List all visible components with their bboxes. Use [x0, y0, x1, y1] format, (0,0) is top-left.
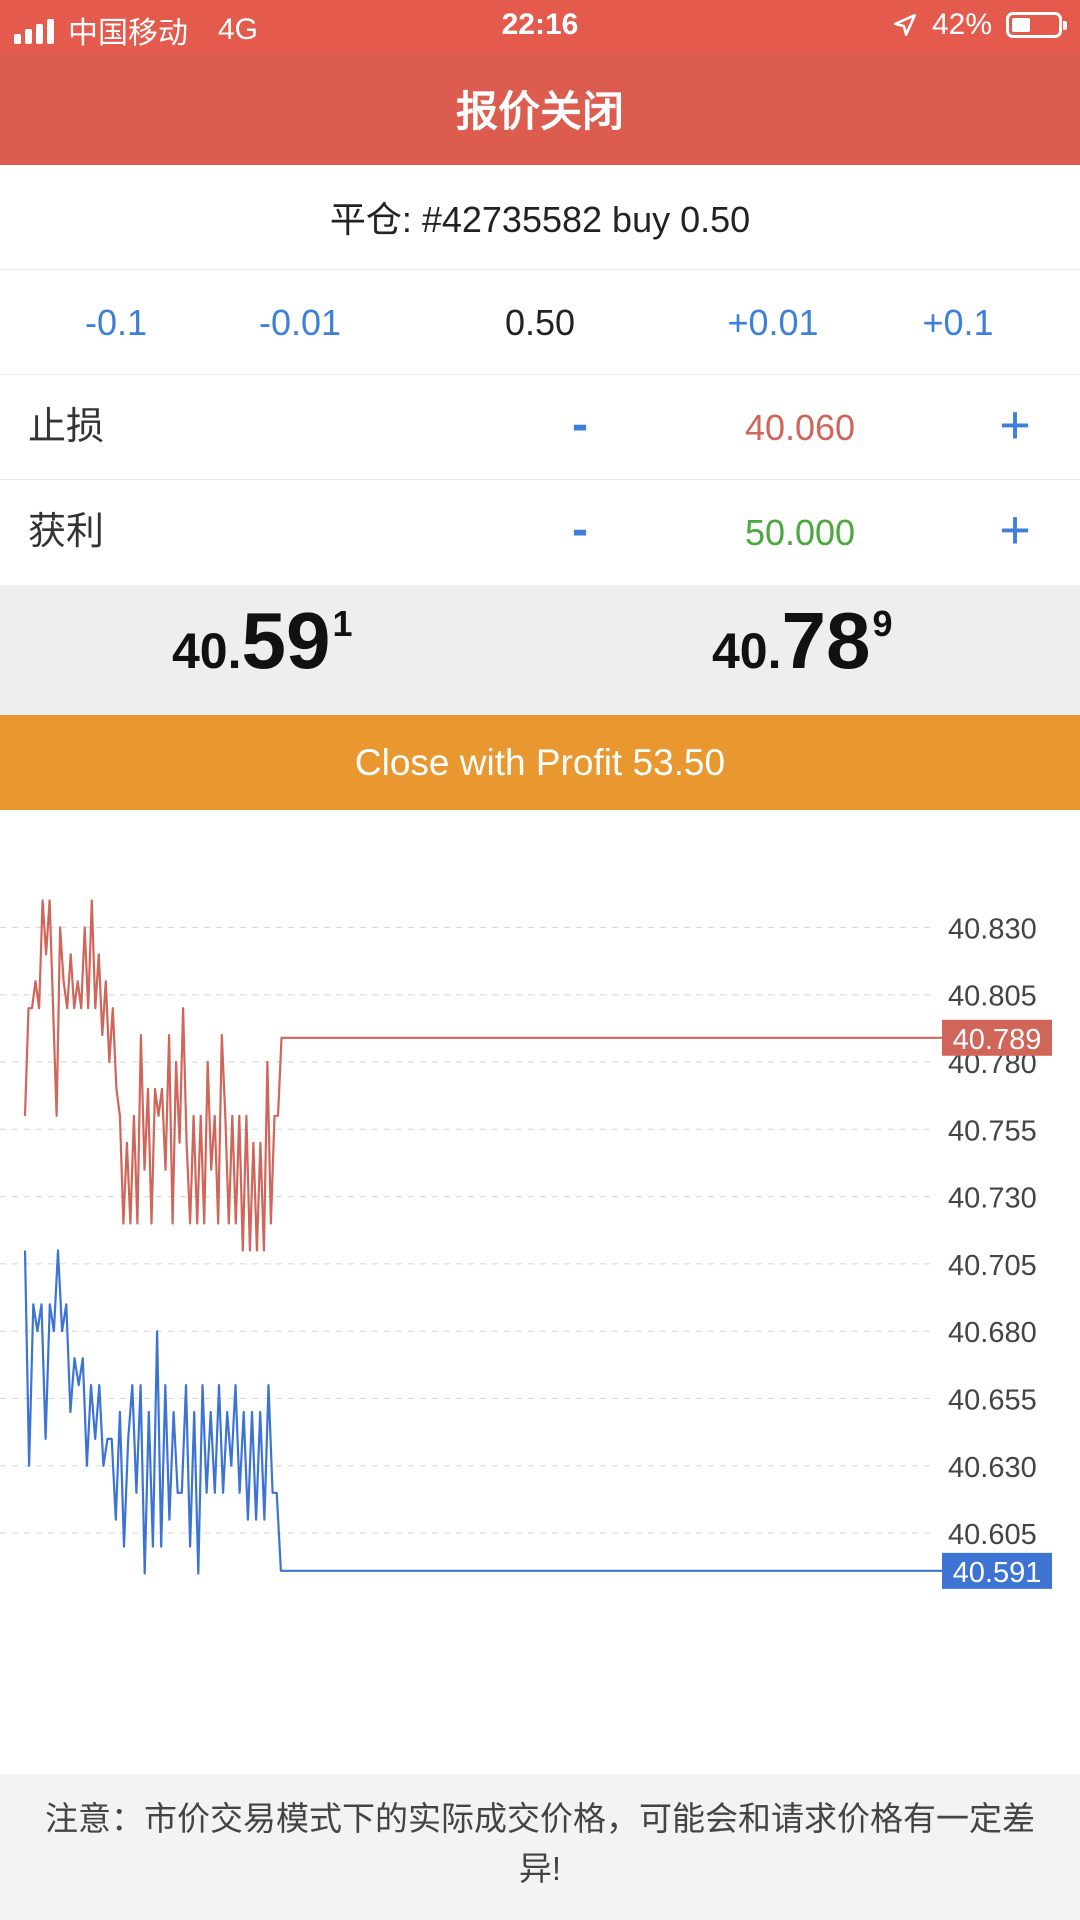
- take-profit-value[interactable]: 50.000: [690, 480, 910, 585]
- stop-loss-label: 止损: [28, 406, 105, 448]
- ask-price-fraction: 9: [872, 603, 893, 644]
- volume-row: -0.1 -0.01 0.50 +0.01 +0.1: [0, 270, 1080, 375]
- y-tick-label: 40.605: [948, 1519, 1037, 1551]
- battery-percent: 42%: [931, 8, 992, 41]
- bid-price-pips: 59: [241, 596, 331, 685]
- bid-price-fraction: 1: [332, 603, 353, 644]
- volume-minus-0.1-button[interactable]: -0.1: [16, 270, 216, 375]
- ask-last-price-label: 40.789: [953, 1024, 1042, 1056]
- y-tick-label: 40.655: [948, 1385, 1037, 1417]
- ask-price: 40. 78 9: [712, 601, 893, 681]
- take-profit-row: 获利 - 50.000 +: [0, 480, 1080, 585]
- page-title: 报价关闭: [0, 52, 1080, 165]
- bid-price-prefix: 40.: [172, 623, 242, 679]
- bid-price-line: [23, 1249, 942, 1575]
- volume-plus-0.1-button[interactable]: +0.1: [858, 270, 1058, 375]
- battery-icon: [1006, 12, 1067, 38]
- volume-minus-0.01-button[interactable]: -0.01: [200, 270, 400, 375]
- ask-price-pips: 78: [781, 596, 871, 685]
- y-tick-label: 40.805: [948, 981, 1037, 1013]
- bid-price: 40. 59 1: [172, 601, 353, 681]
- status-bar: 中国移动 4G 22:16 42%: [0, 0, 1080, 52]
- y-tick-label: 40.630: [948, 1452, 1037, 1484]
- y-tick-label: 40.755: [948, 1115, 1037, 1147]
- y-tick-label: 40.730: [948, 1183, 1037, 1215]
- stop-loss-value[interactable]: 40.060: [690, 375, 910, 480]
- y-tick-label: 40.830: [948, 913, 1037, 945]
- close-with-profit-button[interactable]: Close with Profit 53.50: [0, 715, 1080, 810]
- stop-loss-minus-button[interactable]: -: [560, 375, 600, 480]
- stop-loss-plus-button[interactable]: +: [990, 375, 1040, 480]
- take-profit-plus-button[interactable]: +: [990, 480, 1040, 585]
- volume-plus-0.01-button[interactable]: +0.01: [673, 270, 873, 375]
- ask-price-line: [23, 899, 942, 1252]
- tick-chart: 40.83040.80540.78040.75540.73040.70540.6…: [0, 899, 1052, 1589]
- take-profit-minus-button[interactable]: -: [560, 480, 600, 585]
- price-panel: 40. 59 1 40. 78 9: [0, 585, 1080, 715]
- volume-value[interactable]: 0.50: [440, 270, 640, 375]
- bid-last-price-label: 40.591: [953, 1557, 1042, 1589]
- y-tick-label: 40.705: [948, 1250, 1037, 1282]
- stop-loss-row: 止损 - 40.060 +: [0, 375, 1080, 480]
- market-execution-notice: 注意：市价交易模式下的实际成交价格，可能会和请求价格有一定差异!: [0, 1774, 1080, 1920]
- ask-price-prefix: 40.: [712, 623, 782, 679]
- take-profit-label: 获利: [28, 511, 105, 553]
- order-title: 平仓: #42735582 buy 0.50: [0, 165, 1080, 270]
- y-tick-label: 40.680: [948, 1317, 1037, 1349]
- location-arrow-icon: [893, 13, 917, 37]
